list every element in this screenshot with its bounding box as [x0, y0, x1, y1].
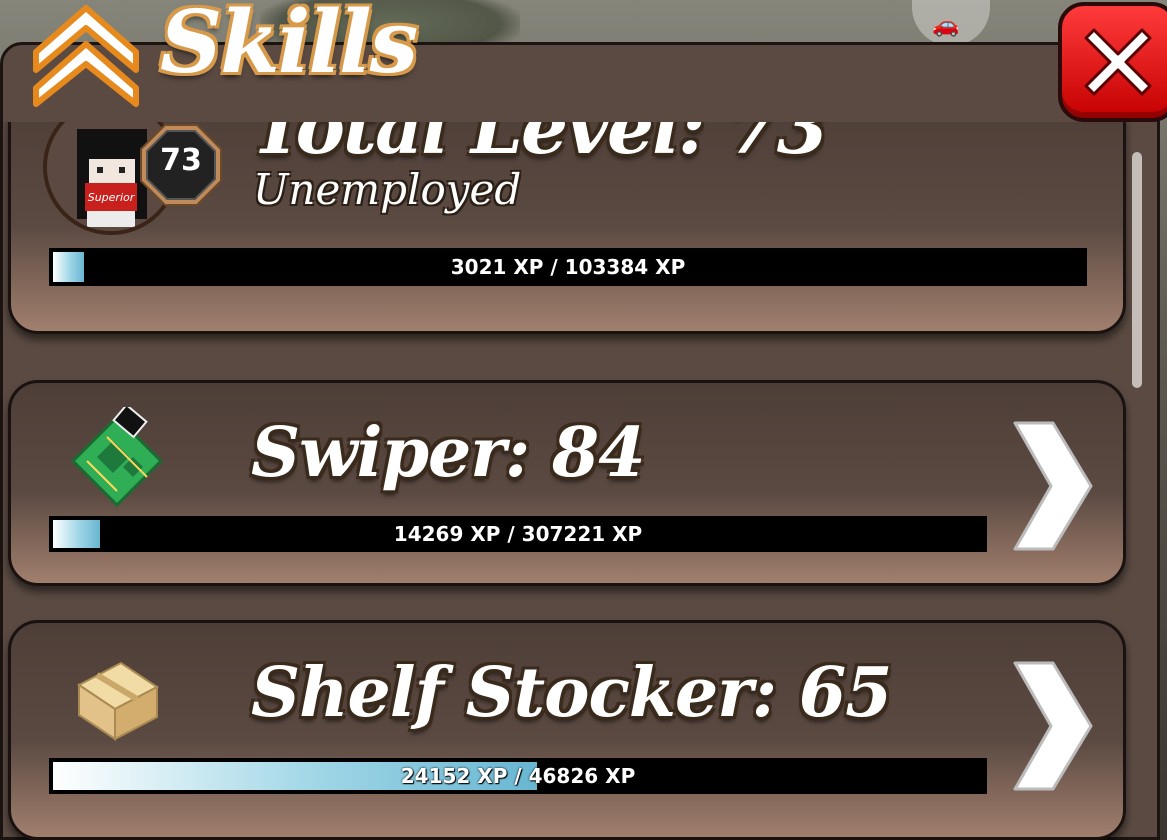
- level-badge-number: 73: [160, 143, 202, 178]
- page-title: Skills: [160, 0, 418, 93]
- scrollbar[interactable]: [1132, 152, 1142, 388]
- skill-title-swiper: Swiper: 84: [251, 413, 646, 493]
- skill-title-shelf-stocker: Shelf Stocker: 65: [251, 653, 892, 733]
- chevron-right-icon[interactable]: [1007, 417, 1097, 555]
- chevron-right-icon[interactable]: [1007, 657, 1097, 795]
- close-button[interactable]: [1058, 2, 1167, 122]
- skills-list[interactable]: Superior 73 Total Level: 73 Unemployed 3…: [0, 122, 1167, 840]
- circuit-board-icon: [70, 407, 164, 507]
- skill-card-swiper[interactable]: Swiper: 84 14269 XP / 307221 XP: [8, 380, 1126, 586]
- swiper-xp-bar: 14269 XP / 307221 XP: [49, 516, 987, 552]
- skill-card-shelf-stocker[interactable]: Shelf Stocker: 65 24152 XP / 46826 XP: [8, 620, 1126, 840]
- job-title: Unemployed: [253, 165, 522, 214]
- total-xp-text: 3021 XP / 103384 XP: [450, 255, 686, 279]
- level-badge: 73: [139, 123, 223, 207]
- shelf-stocker-xp-bar: 24152 XP / 46826 XP: [49, 758, 987, 794]
- swiper-xp-text: 14269 XP / 307221 XP: [393, 522, 643, 546]
- close-icon: [1084, 28, 1152, 96]
- double-chevron-up-icon: [33, 5, 139, 107]
- total-level-card: Superior 73 Total Level: 73 Unemployed 3…: [8, 122, 1126, 334]
- total-level-title: Total Level: 73: [251, 122, 828, 171]
- svg-text:Superior: Superior: [88, 191, 136, 204]
- cardboard-box-icon: [77, 661, 159, 741]
- total-xp-bar: 3021 XP / 103384 XP: [49, 248, 1087, 286]
- shelf-stocker-xp-text: 24152 XP / 46826 XP: [400, 764, 636, 788]
